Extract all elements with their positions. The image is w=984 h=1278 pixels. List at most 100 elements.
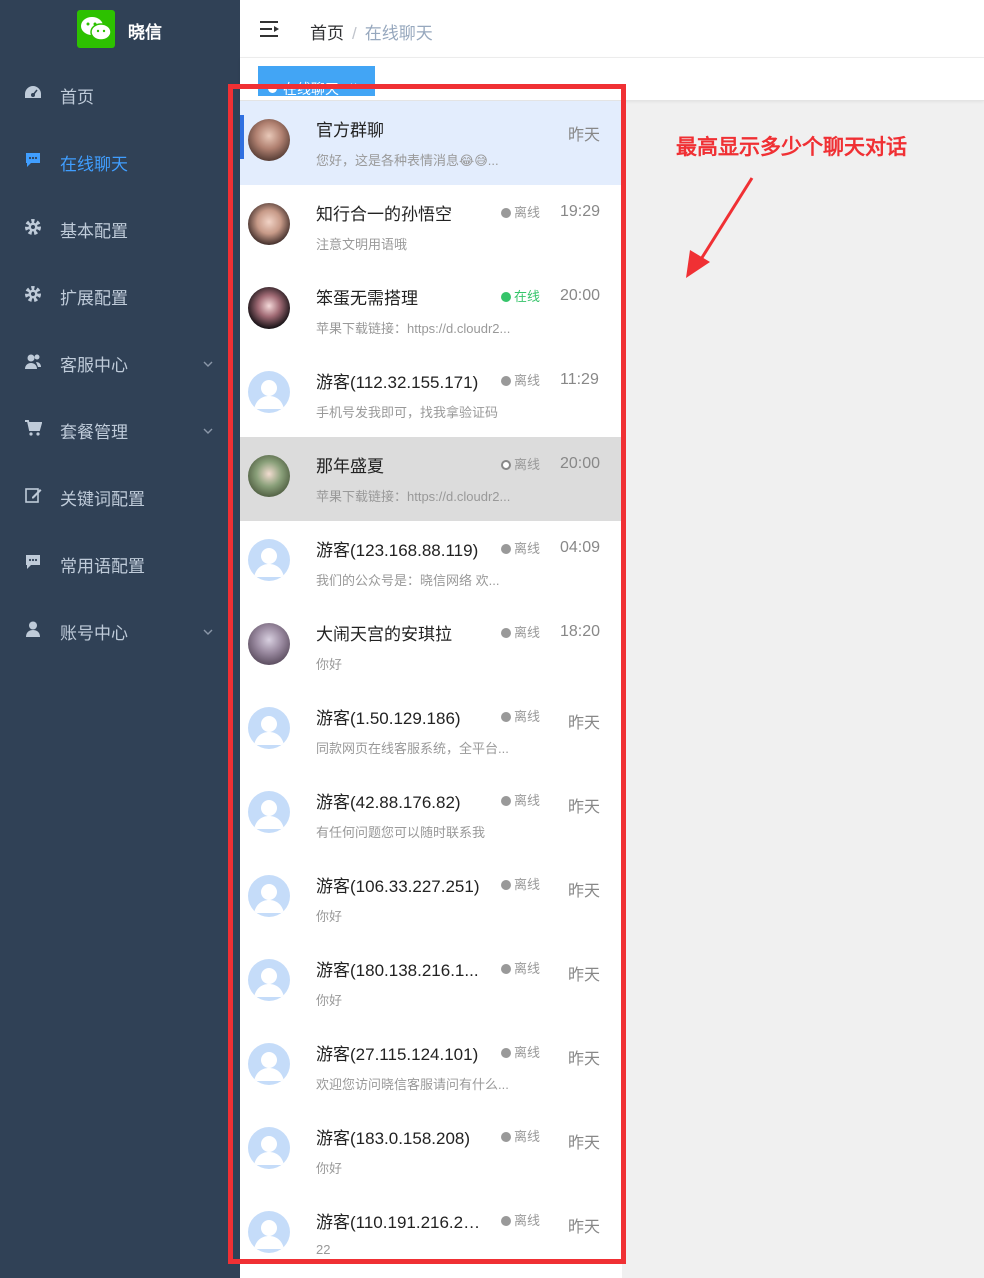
chat-time: 昨天	[568, 127, 601, 144]
sidebar-item-5[interactable]: 套餐管理	[0, 401, 240, 457]
chat-list-item[interactable]: 游客(183.0.158.208) 你好 离线 昨天	[240, 1109, 622, 1193]
status-text: 离线	[514, 709, 541, 724]
avatar	[248, 119, 290, 161]
chat-time: 18:20	[560, 623, 601, 640]
sidebar-item-7[interactable]: 常用语配置	[0, 535, 240, 591]
sidebar-item-2[interactable]: 基本配置	[0, 200, 240, 256]
selected-indicator	[240, 115, 244, 159]
tag-label: 在线聊天	[283, 81, 339, 96]
chat-last-message: 22	[316, 1242, 331, 1257]
sidebar-item-label: 客服中心	[60, 356, 128, 375]
breadcrumb-current: 在线聊天	[364, 24, 433, 43]
chat-icon	[24, 553, 42, 571]
chat-name: 游客(183.0.158.208)	[316, 1129, 471, 1148]
users-icon	[24, 352, 42, 370]
chevron-down-icon	[202, 623, 214, 635]
avatar	[248, 371, 290, 413]
chat-list-item[interactable]: 游客(112.32.155.171) 手机号发我即可，找我拿验证码 离线 11:29	[240, 353, 622, 437]
chat-list-item[interactable]: 游客(27.115.124.101) 欢迎您访问晓信客服请问有什么... 离线 昨天	[240, 1025, 622, 1109]
chat-list-item[interactable]: 游客(106.33.227.251) 你好 离线 昨天	[240, 857, 622, 941]
sidebar-item-3[interactable]: 扩展配置	[0, 267, 240, 323]
chat-last-message: 您好，这是各种表情消息😂😅...	[316, 153, 499, 168]
status-dot-icon	[501, 208, 511, 218]
status-text: 离线	[514, 373, 541, 388]
status-badge: 离线	[501, 370, 540, 389]
chat-last-message: 你好	[316, 1161, 343, 1176]
chat-list-item[interactable]: 那年盛夏 苹果下载链接：https://d.cloudr2... 离线 20:00	[240, 437, 622, 521]
chat-name: 游客(110.191.216.226)	[316, 1213, 486, 1232]
status-text: 在线	[514, 289, 541, 304]
status-badge: 离线	[501, 202, 540, 221]
avatar	[248, 875, 290, 917]
chat-list-item[interactable]: 大闹天宫的安琪拉 你好 离线 18:20	[240, 605, 622, 689]
chat-name: 游客(180.138.216.1...	[316, 961, 479, 980]
status-badge: 在线	[501, 286, 540, 305]
chat-time: 20:00	[560, 455, 601, 472]
status-badge: 离线	[501, 706, 540, 725]
sidebar-item-label: 首页	[60, 88, 94, 107]
status-dot-icon	[501, 712, 511, 722]
avatar	[248, 959, 290, 1001]
status-text: 离线	[514, 1045, 541, 1060]
tag-close-icon[interactable]: ×	[350, 79, 357, 93]
sidebar-item-label: 账号中心	[60, 624, 128, 643]
status-badge: 离线	[501, 1210, 540, 1229]
chat-time: 昨天	[568, 1051, 601, 1068]
avatar	[248, 455, 290, 497]
chat-list-item[interactable]: 笨蛋无需搭理 苹果下载链接：https://d.cloudr2... 在线 20:00	[240, 269, 622, 353]
chat-list-item[interactable]: 游客(110.191.216.226) 22 离线 昨天	[240, 1193, 622, 1277]
chat-time: 昨天	[568, 883, 601, 900]
chat-list-item[interactable]: 游客(1.50.129.186) 同款网页在线客服系统，全平台... 离线 昨天	[240, 689, 622, 773]
status-badge: 离线	[501, 622, 540, 641]
chat-list-item[interactable]: 游客(42.88.176.82) 有任何问题您可以随时联系我 离线 昨天	[240, 773, 622, 857]
user-icon	[24, 620, 42, 638]
chat-list-item[interactable]: 游客(180.138.216.1... 你好 离线 昨天	[240, 941, 622, 1025]
wechat-logo-icon	[77, 10, 115, 48]
status-text: 离线	[514, 877, 541, 892]
avatar	[248, 707, 290, 749]
sidebar-item-4[interactable]: 客服中心	[0, 334, 240, 390]
sidebar-item-label: 常用语配置	[60, 557, 145, 576]
status-dot-icon	[501, 1132, 511, 1142]
breadcrumb-home[interactable]: 首页	[310, 24, 344, 43]
status-dot-icon	[501, 628, 511, 638]
status-dot-icon	[501, 1048, 511, 1058]
chat-name: 大闹天宫的安琪拉	[316, 625, 452, 644]
logo[interactable]: 晓信	[0, 0, 240, 58]
chat-name: 游客(106.33.227.251)	[316, 877, 480, 896]
tag-online-chat[interactable]: 在线聊天 ×	[258, 66, 375, 96]
cart-icon	[24, 419, 43, 437]
chat-list-item[interactable]: 知行合一的孙悟空 注意文明用语哦 离线 19:29	[240, 185, 622, 269]
avatar	[248, 1211, 290, 1253]
avatar	[248, 1127, 290, 1169]
menu-toggle-icon[interactable]	[260, 20, 280, 38]
avatar	[248, 1043, 290, 1085]
sidebar-item-6[interactable]: 关键词配置	[0, 468, 240, 524]
status-text: 离线	[514, 541, 541, 556]
chat-last-message: 手机号发我即可，找我拿验证码	[316, 405, 499, 420]
chat-time: 11:29	[560, 371, 599, 388]
status-badge: 离线	[501, 790, 540, 809]
sidebar-item-8[interactable]: 账号中心	[0, 602, 240, 658]
chevron-down-icon	[202, 422, 214, 434]
chat-last-message: 我们的公众号是：晓信网络 欢...	[316, 573, 500, 588]
status-text: 离线	[514, 1213, 541, 1228]
chat-name: 知行合一的孙悟空	[316, 205, 452, 224]
navbar: 首页 / 在线聊天	[240, 0, 984, 58]
status-text: 离线	[514, 457, 541, 472]
chat-name: 那年盛夏	[316, 457, 384, 476]
chat-list-item[interactable]: 官方群聊 您好，这是各种表情消息😂😅... 昨天	[240, 101, 622, 185]
sidebar-item-label: 套餐管理	[60, 423, 128, 442]
chat-time: 04:09	[560, 539, 601, 556]
status-text: 离线	[514, 793, 541, 808]
sidebar-item-1[interactable]: 在线聊天	[0, 133, 240, 189]
chat-list-item[interactable]: 游客(123.168.88.119) 我们的公众号是：晓信网络 欢... 离线 04:…	[240, 521, 622, 605]
chat-name: 游客(27.115.124.101)	[316, 1045, 479, 1064]
sidebar-item-0[interactable]: 首页	[0, 66, 240, 122]
sidebar-item-label: 关键词配置	[60, 490, 145, 509]
status-badge: 离线	[501, 538, 540, 557]
chevron-down-icon	[202, 355, 214, 367]
chat-last-message: 有任何问题您可以随时联系我	[316, 825, 486, 840]
status-text: 离线	[514, 205, 541, 220]
avatar	[248, 623, 290, 665]
